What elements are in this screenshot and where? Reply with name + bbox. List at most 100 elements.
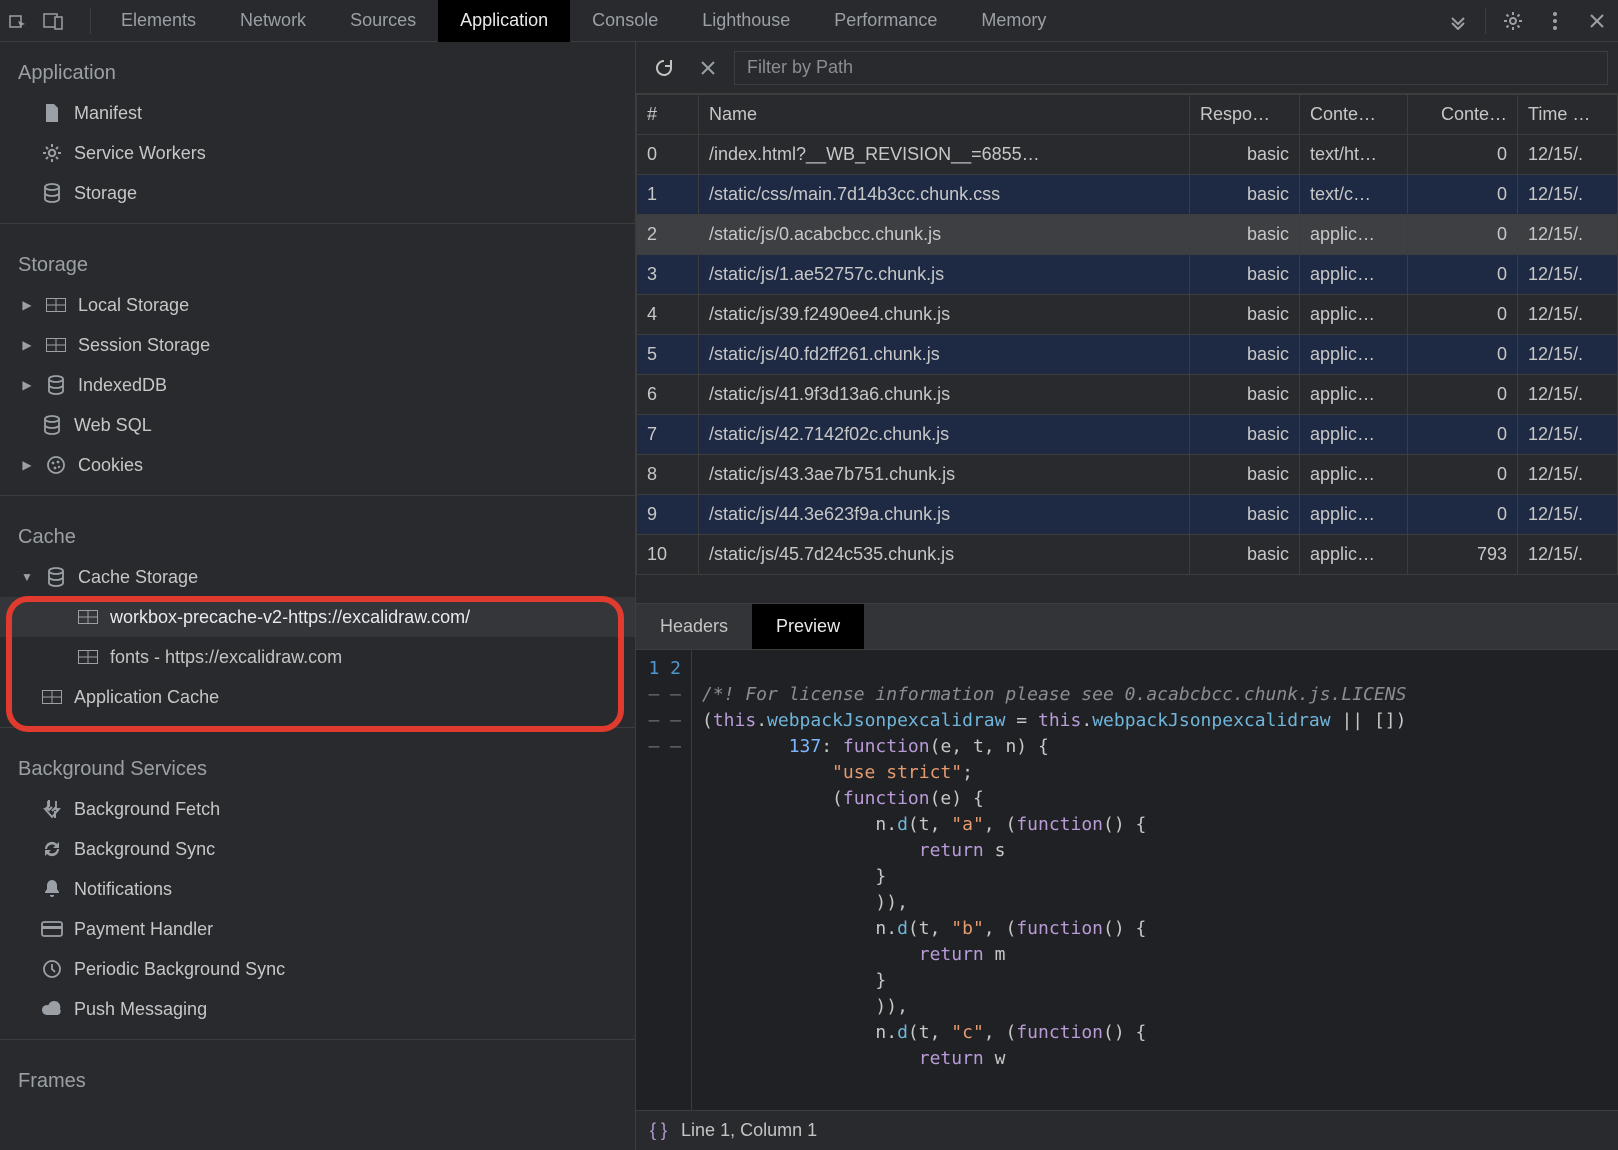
settings-icon[interactable] <box>1492 0 1534 42</box>
sidebar-payment-handler[interactable]: Payment Handler <box>0 909 635 949</box>
detail-tabs: Headers Preview <box>636 604 1618 650</box>
sidebar-periodic-sync[interactable]: Periodic Background Sync <box>0 949 635 989</box>
label: Storage <box>74 183 137 204</box>
status-bar: { } Line 1, Column 1 <box>636 1110 1618 1150</box>
sidebar-bg-fetch[interactable]: Background Fetch <box>0 789 635 829</box>
expand-arrow-icon[interactable]: ▶ <box>20 298 34 312</box>
table-row[interactable]: 0/index.html?__WB_REVISION__=6855…basict… <box>637 135 1618 175</box>
clock-icon <box>40 957 64 981</box>
database-icon <box>40 413 64 437</box>
expand-arrow-icon[interactable]: ▶ <box>20 378 34 392</box>
table-row[interactable]: 2/static/js/0.acabcbcc.chunk.jsbasicappl… <box>637 215 1618 255</box>
cache-entry-workbox[interactable]: workbox-precache-v2-https://excalidraw.c… <box>0 597 635 637</box>
label: Local Storage <box>78 295 189 316</box>
table-header-row: # Name Respo… Conte… Conte… Time … <box>637 95 1618 135</box>
col-name[interactable]: Name <box>699 95 1190 135</box>
col-content-type[interactable]: Conte… <box>1300 95 1408 135</box>
tab-elements[interactable]: Elements <box>99 0 218 42</box>
section-frames-title: Frames <box>0 1050 635 1101</box>
label: fonts - https://excalidraw.com <box>110 647 342 668</box>
label: Cache Storage <box>78 567 198 588</box>
sidebar-cookies[interactable]: ▶ Cookies <box>0 445 635 485</box>
table-row[interactable]: 6/static/js/41.9f3d13a6.chunk.jsbasicapp… <box>637 375 1618 415</box>
kebab-menu-icon[interactable] <box>1534 0 1576 42</box>
clear-icon[interactable] <box>690 50 726 86</box>
table-row[interactable]: 3/static/js/1.ae52757c.chunk.jsbasicappl… <box>637 255 1618 295</box>
label: Cookies <box>78 455 143 476</box>
table-row[interactable]: 5/static/js/40.fd2ff261.chunk.jsbasicapp… <box>637 335 1618 375</box>
collapse-arrow-icon[interactable]: ▼ <box>20 570 34 584</box>
tab-memory[interactable]: Memory <box>959 0 1068 42</box>
cache-table-wrap[interactable]: # Name Respo… Conte… Conte… Time … 0/ind… <box>636 94 1618 604</box>
database-icon <box>44 565 68 589</box>
expand-arrow-icon[interactable]: ▶ <box>20 338 34 352</box>
col-content-length[interactable]: Conte… <box>1408 95 1518 135</box>
sidebar-manifest[interactable]: Manifest <box>0 93 635 133</box>
table-row[interactable]: 10/static/js/45.7d24c535.chunk.jsbasicap… <box>637 535 1618 575</box>
device-toggle-icon[interactable] <box>36 0 72 42</box>
sidebar-service-workers[interactable]: Service Workers <box>0 133 635 173</box>
table-row[interactable]: 7/static/js/42.7142f02c.chunk.jsbasicapp… <box>637 415 1618 455</box>
tab-console[interactable]: Console <box>570 0 680 42</box>
table-row[interactable]: 1/static/css/main.7d14b3cc.chunk.cssbasi… <box>637 175 1618 215</box>
sidebar-web-sql[interactable]: Web SQL <box>0 405 635 445</box>
cache-main-panel: # Name Respo… Conte… Conte… Time … 0/ind… <box>636 42 1618 1150</box>
tab-performance[interactable]: Performance <box>812 0 959 42</box>
table-icon <box>40 685 64 709</box>
table-row[interactable]: 8/static/js/43.3ae7b751.chunk.jsbasicapp… <box>637 455 1618 495</box>
sidebar-local-storage[interactable]: ▶ Local Storage <box>0 285 635 325</box>
cookie-icon <box>44 453 68 477</box>
sidebar-application-cache[interactable]: Application Cache <box>0 677 635 717</box>
table-row[interactable]: 9/static/js/44.3e623f9a.chunk.jsbasicapp… <box>637 495 1618 535</box>
sync-icon <box>40 837 64 861</box>
detail-tab-headers[interactable]: Headers <box>636 604 752 649</box>
sidebar-bg-sync[interactable]: Background Sync <box>0 829 635 869</box>
col-response-type[interactable]: Respo… <box>1190 95 1300 135</box>
devtools-tabbar: Elements Network Sources Application Con… <box>0 0 1618 42</box>
gear-icon <box>40 141 64 165</box>
label: Background Fetch <box>74 799 220 820</box>
filter-input[interactable] <box>734 51 1608 85</box>
sidebar-indexeddb[interactable]: ▶ IndexedDB <box>0 365 635 405</box>
table-row[interactable]: 4/static/js/39.f2490ee4.chunk.jsbasicapp… <box>637 295 1618 335</box>
col-time-cached[interactable]: Time … <box>1518 95 1618 135</box>
inspect-icon[interactable] <box>0 0 36 42</box>
sidebar-push-messaging[interactable]: Push Messaging <box>0 989 635 1029</box>
more-tabs-icon[interactable] <box>1437 0 1479 42</box>
section-bg-services-title: Background Services <box>0 738 635 789</box>
sidebar-cache-storage[interactable]: ▼ Cache Storage <box>0 557 635 597</box>
refresh-icon[interactable] <box>646 50 682 86</box>
database-icon <box>40 181 64 205</box>
label: Push Messaging <box>74 999 207 1020</box>
label: Application Cache <box>74 687 219 708</box>
bell-icon <box>40 877 64 901</box>
section-storage-title: Storage <box>0 234 635 285</box>
cache-entry-fonts[interactable]: fonts - https://excalidraw.com <box>0 637 635 677</box>
detail-tab-preview[interactable]: Preview <box>752 604 864 649</box>
tab-network[interactable]: Network <box>218 0 328 42</box>
col-index[interactable]: # <box>637 95 699 135</box>
sidebar-session-storage[interactable]: ▶ Session Storage <box>0 325 635 365</box>
cache-table: # Name Respo… Conte… Conte… Time … 0/ind… <box>636 94 1618 575</box>
tab-lighthouse[interactable]: Lighthouse <box>680 0 812 42</box>
table-icon <box>44 333 68 357</box>
source-code: /*! For license information please see 0… <box>692 650 1618 1110</box>
close-icon[interactable] <box>1576 0 1618 42</box>
source-preview[interactable]: 1 2 – – – – – – /*! For license informat… <box>636 650 1618 1110</box>
label: Session Storage <box>78 335 210 356</box>
label: Background Sync <box>74 839 215 860</box>
label: workbox-precache-v2-https://excalidraw.c… <box>110 607 470 628</box>
tab-application[interactable]: Application <box>438 0 570 42</box>
sidebar-storage-overview[interactable]: Storage <box>0 173 635 213</box>
cursor-position: Line 1, Column 1 <box>681 1120 817 1141</box>
expand-arrow-icon[interactable]: ▶ <box>20 458 34 472</box>
label: Payment Handler <box>74 919 213 940</box>
tab-sources[interactable]: Sources <box>328 0 438 42</box>
label: IndexedDB <box>78 375 167 396</box>
braces-icon[interactable]: { } <box>650 1120 667 1141</box>
label: Notifications <box>74 879 172 900</box>
cache-toolbar <box>636 42 1618 94</box>
separator <box>90 8 91 34</box>
sidebar-notifications[interactable]: Notifications <box>0 869 635 909</box>
section-cache-title: Cache <box>0 506 635 557</box>
